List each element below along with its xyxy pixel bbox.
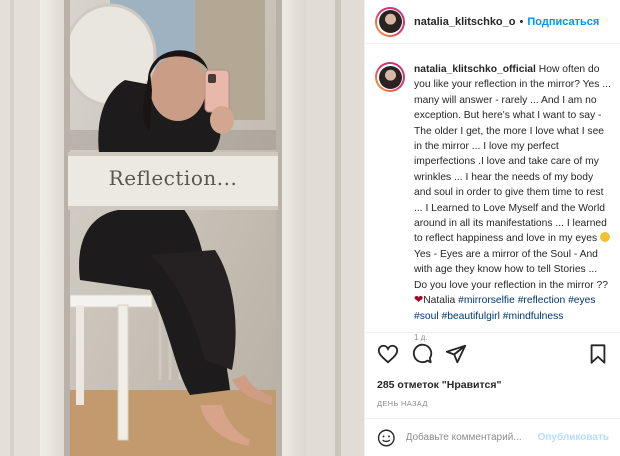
post-time-ago: ДЕНЬ НАЗАД <box>377 399 428 408</box>
avatar[interactable] <box>375 6 405 37</box>
mirror-selfie-image <box>0 0 364 456</box>
separator-dot: • <box>519 15 524 28</box>
hashtag-link[interactable]: #reflection <box>518 295 566 306</box>
post-photo[interactable]: Reflection... <box>0 0 364 456</box>
smiling-face-emoji-icon <box>600 232 611 243</box>
hashtag-link[interactable]: #soul <box>414 311 439 322</box>
instagram-post: Reflection... natalia_klitschko_o • Подп… <box>0 0 620 456</box>
comment-input[interactable] <box>405 432 538 443</box>
caption-text: natalia_klitschko_official How often do … <box>414 62 611 342</box>
hashtag-link[interactable]: #eyes <box>568 295 595 306</box>
bookmark-icon[interactable] <box>587 343 609 365</box>
header-username[interactable]: natalia_klitschko_o <box>414 16 516 28</box>
post-comment-button[interactable]: Опубликовать <box>538 432 609 443</box>
caption-body: How often do you like your reflection in… <box>414 64 611 245</box>
smiley-icon[interactable] <box>377 428 396 448</box>
overlay-caption-text: Reflection... <box>108 166 238 190</box>
post-caption: natalia_klitschko_official How often do … <box>365 52 620 342</box>
red-heart-emoji-icon: ❤ <box>414 294 424 307</box>
hashtag-link[interactable]: #mirrorselfie <box>458 295 515 306</box>
follow-button[interactable]: Подписаться <box>527 16 599 28</box>
hashtag-link[interactable]: #beautifulgirl <box>442 311 500 322</box>
paper-plane-icon[interactable] <box>445 343 467 365</box>
caption-username[interactable]: natalia_klitschko_official <box>414 64 536 75</box>
speech-bubble-icon[interactable] <box>411 343 433 365</box>
post-sidebar: natalia_klitschko_o • Подписаться natali… <box>364 0 620 456</box>
post-actions: 285 отметок "Нравится" ДЕНЬ НАЗАД <box>365 332 620 408</box>
caption-signature: Natalia <box>423 295 456 307</box>
comment-bar: Опубликовать <box>365 418 620 456</box>
hashtag-link[interactable]: #mindfulness <box>503 311 564 322</box>
post-header: natalia_klitschko_o • Подписаться <box>365 0 620 44</box>
likes-count[interactable]: 285 отметок "Нравится" <box>377 379 609 391</box>
action-icons <box>377 343 609 365</box>
caption-body-continued: Yes - Eyes are a mirror of the Soul - An… <box>414 248 609 291</box>
heart-outline-icon[interactable] <box>377 343 399 365</box>
caption-avatar[interactable] <box>375 62 405 92</box>
